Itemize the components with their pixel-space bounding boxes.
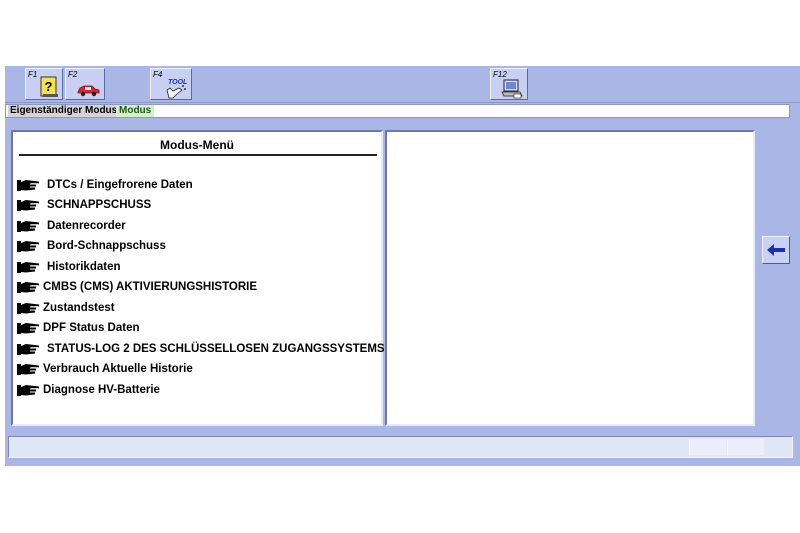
title-divider: [19, 154, 377, 156]
function-key-toolbar: F1 ? F2 F4 TOOL F12: [5, 66, 800, 103]
svg-text:?: ?: [45, 79, 53, 94]
menu-item[interactable]: Verbrauch Aktuelle Historie: [17, 360, 193, 378]
menu-item-label: Datenrecorder: [47, 220, 126, 232]
back-button[interactable]: [762, 236, 790, 264]
menu-item[interactable]: Diagnose HV-Batterie: [17, 381, 160, 399]
menu-item[interactable]: Bord-Schnappschuss: [17, 237, 166, 255]
pointing-hand-icon: [17, 180, 39, 191]
sub-mode-label: Modus: [116, 105, 155, 117]
menu-item-label: Bord-Schnappschuss: [47, 240, 166, 252]
menu-item-label: Diagnose HV-Batterie: [43, 384, 160, 396]
pointing-hand-icon: [17, 303, 39, 314]
f2-key-label: F2: [68, 70, 78, 79]
app-window: F1 ? F2 F4 TOOL F12 Eigenständiger Modus…: [5, 66, 800, 466]
menu-title: Modus-Menü: [160, 138, 234, 152]
f2-vehicle-button[interactable]: F2: [65, 68, 105, 100]
f1-help-button[interactable]: F1 ?: [25, 68, 63, 100]
pointing-hand-icon: [17, 344, 39, 355]
menu-item[interactable]: CMBS (CMS) AKTIVIERUNGSHISTORIE: [17, 278, 257, 296]
f1-key-label: F1: [28, 70, 38, 79]
pointing-hand-icon: [17, 241, 39, 252]
mode-label: Eigenständiger Modus: [8, 105, 120, 117]
help-question-icon: ?: [40, 76, 58, 97]
menu-item-label: CMBS (CMS) AKTIVIERUNGSHISTORIE: [43, 281, 258, 293]
arrow-left-icon: [767, 244, 785, 256]
pointing-hand-icon: [17, 323, 39, 334]
print-screen-icon: [501, 79, 523, 99]
menu-item[interactable]: Zustandstest: [17, 299, 115, 317]
tool-icon-text: TOOL: [168, 79, 187, 86]
pointing-hand-icon: [17, 262, 39, 273]
detail-panel: [385, 130, 755, 426]
tool-icon: TOOL: [166, 79, 187, 99]
f12-key-label: F12: [493, 70, 507, 79]
menu-item-label: Verbrauch Aktuelle Historie: [43, 363, 193, 375]
menu-item[interactable]: SCHNAPPSCHUSS: [17, 196, 151, 214]
status-bar: [8, 436, 793, 458]
menu-item-label: SCHNAPPSCHUSS: [47, 199, 152, 211]
pointing-hand-icon: [17, 364, 39, 375]
pointing-hand-icon: [17, 282, 39, 293]
menu-item-label: Zustandstest: [43, 302, 115, 314]
menu-item[interactable]: DTCs / Eingefrorene Daten: [17, 176, 193, 194]
pointing-hand-icon: [17, 385, 39, 396]
menu-item-label: Historikdaten: [47, 261, 121, 273]
status-segment: [689, 439, 726, 455]
mode-status-bar: Eigenständiger Modus Modus: [5, 104, 790, 118]
status-segment: [727, 439, 764, 455]
pointing-hand-icon: [17, 200, 39, 211]
menu-item[interactable]: Datenrecorder: [17, 217, 126, 235]
menu-item[interactable]: Historikdaten: [17, 258, 121, 276]
menu-item[interactable]: STATUS-LOG 2 DES SCHLÜSSELLOSEN ZUGANGSS…: [17, 340, 385, 358]
menu-item-label: DTCs / Eingefrorene Daten: [47, 179, 193, 191]
f4-tool-button[interactable]: F4 TOOL: [150, 68, 192, 100]
f12-print-button[interactable]: F12: [490, 68, 528, 100]
menu-item[interactable]: DPF Status Daten: [17, 319, 140, 337]
pointing-hand-icon: [17, 221, 39, 232]
menu-item-label: DPF Status Daten: [43, 322, 140, 334]
mode-menu-panel: Modus-Menü DTCs / Eingefrorene Daten SCHN…: [11, 130, 385, 426]
menu-item-label: STATUS-LOG 2 DES SCHLÜSSELLOSEN ZUGANGSS…: [47, 343, 385, 355]
car-icon: [77, 85, 100, 97]
